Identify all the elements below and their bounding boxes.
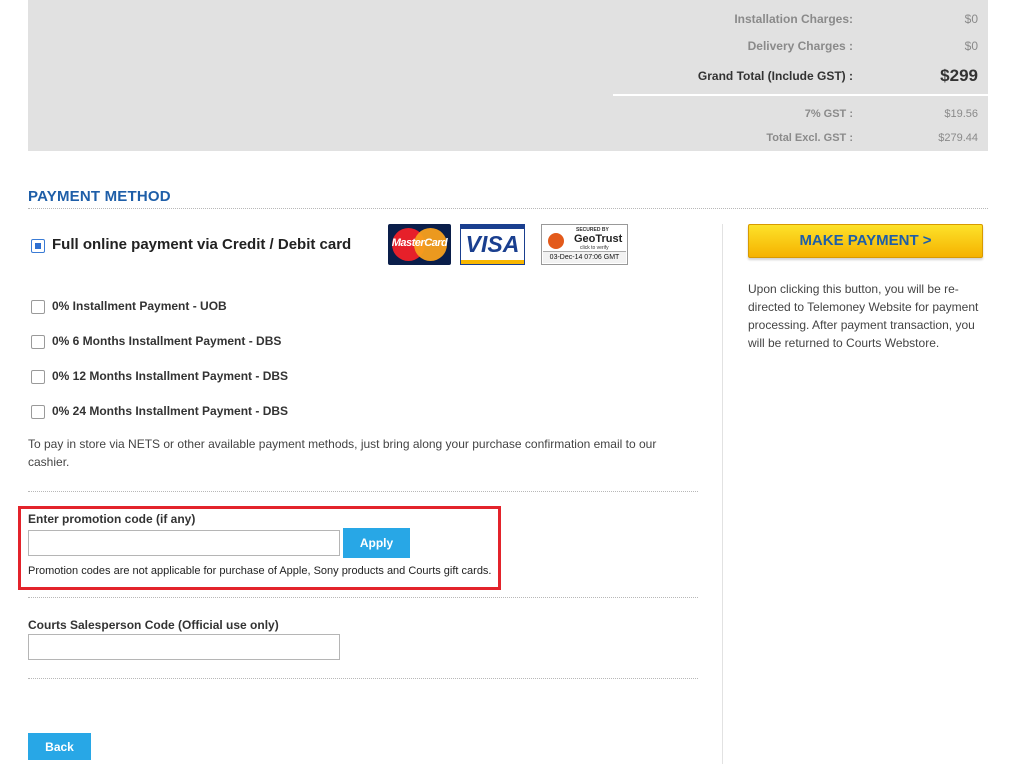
grand-total-row: Grand Total (Include GST) : $299	[698, 66, 978, 86]
total-excl-gst-label: Total Excl. GST :	[766, 132, 853, 144]
geotrust-seal[interactable]: SECURED BY GeoTrust click to verify 03-D…	[541, 224, 628, 265]
full-payment-checkbox[interactable]	[31, 239, 45, 253]
promo-code-label: Enter promotion code (if any)	[28, 512, 196, 526]
back-button[interactable]: Back	[28, 733, 91, 760]
geotrust-name: GeoTrust	[574, 233, 623, 245]
gst-value: $19.56	[944, 108, 978, 120]
payment-method-divider	[28, 208, 988, 209]
order-summary-panel: Installation Charges: $0 Delivery Charge…	[28, 0, 988, 151]
make-payment-button[interactable]: MAKE PAYMENT >	[748, 224, 983, 258]
grand-total-label: Grand Total (Include GST) :	[697, 69, 853, 83]
installation-charges-value: $0	[964, 12, 978, 26]
visa-logo-text: VISA	[465, 231, 520, 257]
salesperson-code-label: Courts Salesperson Code (Official use on…	[28, 618, 279, 632]
gst-row: 7% GST : $19.56	[805, 108, 978, 120]
apply-promo-button[interactable]: Apply	[343, 528, 410, 558]
promo-code-input[interactable]	[28, 530, 340, 556]
visa-top-stripe	[461, 225, 524, 229]
promo-code-note: Promotion codes are not applicable for p…	[28, 565, 492, 577]
geotrust-mark-icon	[548, 233, 564, 249]
payment-method-title: PAYMENT METHOD	[28, 188, 171, 205]
summary-divider	[613, 94, 988, 96]
uob-installment-label[interactable]: 0% Installment Payment - UOB	[52, 299, 227, 313]
geotrust-date: 03-Dec-14 07:06 GMT	[543, 251, 626, 263]
section-divider	[28, 597, 698, 598]
salesperson-code-input[interactable]	[28, 634, 340, 660]
installation-charges-label: Installation Charges:	[734, 12, 853, 26]
section-divider	[28, 491, 698, 492]
dbs-12-months-checkbox[interactable]	[31, 370, 45, 384]
mastercard-logo: MasterCard	[388, 224, 451, 265]
store-payment-note: To pay in store via NETS or other availa…	[28, 437, 657, 469]
column-divider	[722, 224, 723, 764]
delivery-charges-value: $0	[964, 39, 978, 53]
dbs-12-months-label[interactable]: 0% 12 Months Installment Payment - DBS	[52, 369, 288, 383]
uob-installment-checkbox[interactable]	[31, 300, 45, 314]
grand-total-value: $299	[940, 66, 978, 85]
visa-logo: VISA	[460, 224, 525, 265]
delivery-charges-row: Delivery Charges : $0	[748, 39, 978, 53]
gst-label: 7% GST :	[804, 108, 853, 120]
dbs-6-months-checkbox[interactable]	[31, 335, 45, 349]
full-payment-label[interactable]: Full online payment via Credit / Debit c…	[52, 236, 351, 253]
dbs-24-months-checkbox[interactable]	[31, 405, 45, 419]
installation-charges-row: Installation Charges: $0	[734, 12, 978, 26]
make-payment-note: Upon clicking this button, you will be r…	[748, 282, 979, 350]
total-excl-gst-row: Total Excl. GST : $279.44	[766, 132, 978, 144]
dbs-6-months-label[interactable]: 0% 6 Months Installment Payment - DBS	[52, 334, 281, 348]
total-excl-gst-value: $279.44	[938, 132, 978, 144]
dbs-24-months-label[interactable]: 0% 24 Months Installment Payment - DBS	[52, 404, 288, 418]
mastercard-logo-text: MasterCard	[391, 237, 448, 249]
delivery-charges-label: Delivery Charges :	[747, 39, 853, 53]
section-divider	[28, 678, 698, 679]
visa-bottom-stripe	[461, 260, 524, 264]
